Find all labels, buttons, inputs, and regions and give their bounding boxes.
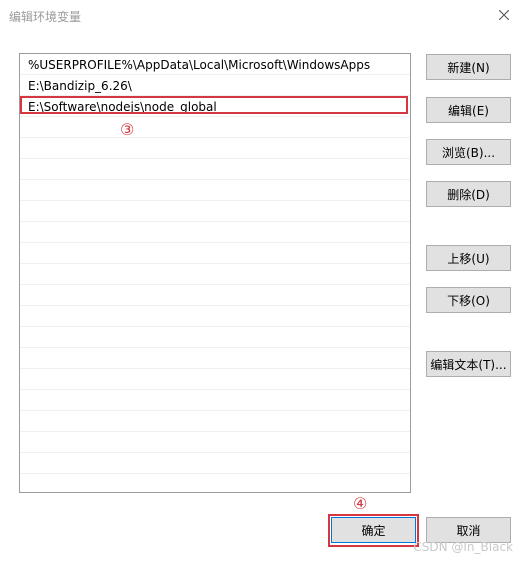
list-item[interactable]	[20, 349, 410, 369]
list-item[interactable]	[20, 244, 410, 264]
browse-button[interactable]: 浏览(B)...	[426, 139, 511, 165]
list-item[interactable]	[20, 202, 410, 222]
list-item[interactable]	[20, 265, 410, 285]
list-item[interactable]	[20, 454, 410, 474]
list-item[interactable]	[20, 223, 410, 243]
list-item[interactable]	[20, 475, 410, 492]
list-item[interactable]	[20, 286, 410, 306]
list-item[interactable]	[20, 391, 410, 411]
step-3-marker: ③	[120, 120, 135, 139]
edit-text-button[interactable]: 编辑文本(T)...	[426, 351, 511, 377]
list-item[interactable]	[20, 328, 410, 348]
list-item-path: E:\Software\nodejs\node_global	[28, 100, 217, 114]
move-down-button[interactable]: 下移(O)	[426, 287, 511, 313]
list-item[interactable]	[20, 181, 410, 201]
step-4-marker: ④	[353, 494, 368, 513]
close-button[interactable]	[481, 0, 527, 30]
path-list[interactable]: %USERPROFILE%\AppData\Local\Microsoft\Wi…	[19, 53, 411, 493]
list-item[interactable]	[20, 160, 410, 180]
list-item[interactable]: %USERPROFILE%\AppData\Local\Microsoft\Wi…	[20, 55, 410, 75]
list-item[interactable]	[20, 412, 410, 432]
delete-button[interactable]: 删除(D)	[426, 181, 511, 207]
list-item[interactable]: E:\Bandizip_6.26\	[20, 76, 410, 96]
window-title: 编辑环境变量	[9, 10, 82, 24]
list-item[interactable]	[20, 118, 410, 138]
new-button[interactable]: 新建(N)	[426, 54, 511, 80]
edit-env-variable-dialog: 编辑环境变量 %USERPROFILE%\AppData\Local\Micro…	[0, 0, 527, 563]
move-up-button[interactable]: 上移(U)	[426, 245, 511, 271]
list-item[interactable]	[20, 370, 410, 390]
list-item[interactable]	[20, 307, 410, 327]
list-item[interactable]	[20, 433, 410, 453]
list-item[interactable]: E:\Software\nodejs\node_global	[20, 97, 410, 117]
edit-button[interactable]: 编辑(E)	[426, 97, 511, 123]
list-item-path: %USERPROFILE%\AppData\Local\Microsoft\Wi…	[28, 58, 371, 72]
watermark: CSDN @In_Black	[413, 540, 513, 554]
close-icon	[499, 10, 509, 20]
title-bar[interactable]: 编辑环境变量	[0, 0, 527, 34]
list-item[interactable]	[20, 139, 410, 159]
ok-button[interactable]: 确定	[331, 517, 416, 543]
list-item-path: E:\Bandizip_6.26\	[28, 79, 132, 93]
